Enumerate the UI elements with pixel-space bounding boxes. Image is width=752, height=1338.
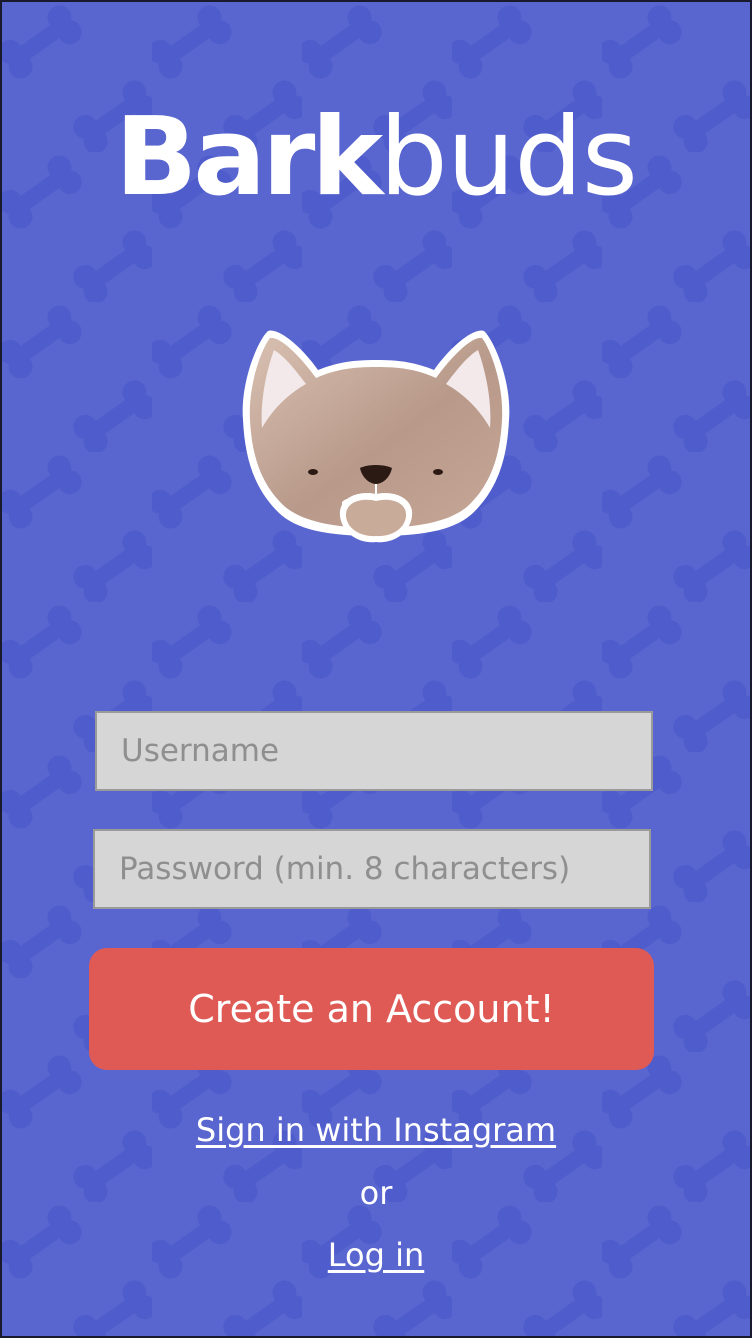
- instagram-signin-row: Sign in with Instagram: [2, 1110, 750, 1150]
- username-input[interactable]: [95, 711, 653, 791]
- logo-light-text: buds: [379, 95, 638, 220]
- create-account-button[interactable]: Create an Account!: [89, 948, 654, 1070]
- instagram-signin-link[interactable]: Sign in with Instagram: [196, 1111, 556, 1149]
- app-logo: Barkbuds: [2, 98, 750, 218]
- password-input[interactable]: [93, 829, 651, 909]
- logo-bold-text: Bark: [114, 95, 383, 220]
- login-row: Log in: [2, 1235, 750, 1275]
- dog-face-icon: [242, 330, 510, 543]
- or-separator: or: [359, 1174, 393, 1212]
- login-link[interactable]: Log in: [328, 1236, 425, 1274]
- signup-screen: Barkbuds Create an Account! Sign in: [0, 0, 752, 1338]
